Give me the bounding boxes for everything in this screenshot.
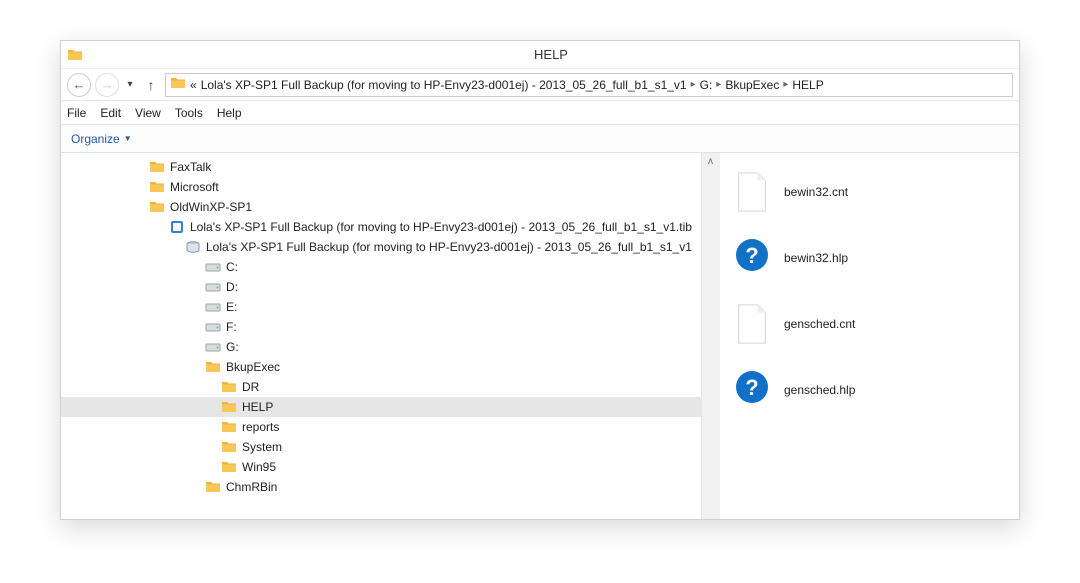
titlebar: HELP [61,41,1019,69]
file-list[interactable]: bewin32.cnt? bewin32.hlp gensched.cnt? gens… [719,153,1019,519]
file-label: bewin32.hlp [784,251,848,265]
file-item[interactable]: ? gensched.hlp [734,369,1005,411]
tree-item-label: ChmRBin [226,480,277,494]
breadcrumb-separator: ▸ [783,79,788,90]
tree-item-label: Win95 [242,460,276,474]
tree-item-label: OldWinXP-SP1 [170,200,252,214]
folder-icon [205,479,221,495]
toolbar: Organize ▼ [61,125,1019,153]
drive-icon [205,279,221,295]
nav-forward-button[interactable]: → [95,73,119,97]
file-label: bewin32.cnt [784,185,848,199]
file-label: gensched.cnt [784,317,855,331]
file-item[interactable]: gensched.cnt [734,303,1005,345]
help-icon: ? [734,369,770,411]
menu-view[interactable]: View [135,106,161,120]
tree-item-label: FaxTalk [170,160,211,174]
tree-item[interactable]: D: [61,277,701,297]
tree-item[interactable]: Microsoft [61,177,701,197]
tree-item-label: Microsoft [170,180,219,194]
chevron-down-icon: ▼ [124,134,132,143]
folder-icon [205,359,221,375]
folder-icon [221,439,237,455]
tree-item[interactable]: System [61,437,701,457]
tree-item[interactable]: E: [61,297,701,317]
drive-icon [205,339,221,355]
content-area: FaxTalk Microsoft OldWinXP-SP1 Lola's XP-SP… [61,153,1019,519]
folder-tree[interactable]: FaxTalk Microsoft OldWinXP-SP1 Lola's XP-SP… [61,153,701,519]
tree-item-label: Lola's XP-SP1 Full Backup (for moving to… [190,220,692,234]
tree-item-label: G: [226,340,239,354]
folder-icon [221,459,237,475]
tree-item[interactable]: FaxTalk [61,157,701,177]
menubar: File Edit View Tools Help [61,101,1019,125]
tree-item[interactable]: G: [61,337,701,357]
tree-item[interactable]: DR [61,377,701,397]
tib-icon [169,219,185,235]
folder-icon [149,179,165,195]
breadcrumb-separator: ▸ [716,79,721,90]
nav-history-dropdown[interactable]: ▾ [123,73,137,97]
menu-file[interactable]: File [67,106,86,120]
explorer-window: HELP ← → ▾ ↑ « Lola's XP-SP1 Full Backup… [60,40,1020,520]
svg-text:?: ? [745,243,758,268]
breadcrumb-item[interactable]: G: [700,78,713,92]
help-icon: ? [734,237,770,279]
tree-item[interactable]: HELP [61,397,701,417]
image-icon [185,239,201,255]
breadcrumb-item[interactable]: Lola's XP-SP1 Full Backup (for moving to… [201,78,687,92]
file-icon [734,171,770,213]
folder-icon [221,399,237,415]
tree-item[interactable]: C: [61,257,701,277]
drive-icon [205,319,221,335]
tree-item[interactable]: Lola's XP-SP1 Full Backup (for moving to… [61,237,701,257]
breadcrumb-prefix: « [190,78,197,92]
breadcrumb-separator: ▸ [691,79,696,90]
menu-edit[interactable]: Edit [100,106,121,120]
tree-item[interactable]: reports [61,417,701,437]
tree-item-label: E: [226,300,237,314]
tree-item[interactable]: Lola's XP-SP1 Full Backup (for moving to… [61,217,701,237]
tree-item[interactable]: ChmRBin [61,477,701,497]
menu-help[interactable]: Help [217,106,242,120]
tree-item-label: System [242,440,282,454]
navbar: ← → ▾ ↑ « Lola's XP-SP1 Full Backup (for… [61,69,1019,101]
nav-up-button[interactable]: ↑ [141,75,161,95]
organize-button[interactable]: Organize ▼ [71,132,132,146]
file-label: gensched.hlp [784,383,855,397]
folder-icon [149,199,165,215]
folder-icon [170,75,186,94]
address-bar[interactable]: « Lola's XP-SP1 Full Backup (for moving … [165,73,1013,97]
tree-item[interactable]: OldWinXP-SP1 [61,197,701,217]
tree-item-label: Lola's XP-SP1 Full Backup (for moving to… [206,240,692,254]
folder-icon [67,47,83,63]
tree-item-label: D: [226,280,238,294]
scroll-up-icon[interactable]: ʌ [702,153,719,169]
tree-item[interactable]: F: [61,317,701,337]
nav-back-button[interactable]: ← [67,73,91,97]
tree-item-label: C: [226,260,238,274]
drive-icon [205,299,221,315]
tree-item[interactable]: BkupExec [61,357,701,377]
window-title: HELP [83,47,1019,62]
file-icon [734,303,770,345]
tree-item[interactable]: Win95 [61,457,701,477]
folder-icon [221,379,237,395]
folder-icon [149,159,165,175]
menu-tools[interactable]: Tools [175,106,203,120]
file-item[interactable]: ? bewin32.hlp [734,237,1005,279]
folder-icon [221,419,237,435]
breadcrumb-item[interactable]: HELP [792,78,823,92]
tree-item-label: reports [242,420,279,434]
drive-icon [205,259,221,275]
breadcrumb-item[interactable]: BkupExec [725,78,779,92]
file-item[interactable]: bewin32.cnt [734,171,1005,213]
tree-item-label: HELP [242,400,273,414]
tree-item-label: BkupExec [226,360,280,374]
svg-text:?: ? [745,375,758,400]
tree-item-label: DR [242,380,259,394]
tree-scrollbar[interactable]: ʌ [701,153,719,519]
tree-item-label: F: [226,320,237,334]
